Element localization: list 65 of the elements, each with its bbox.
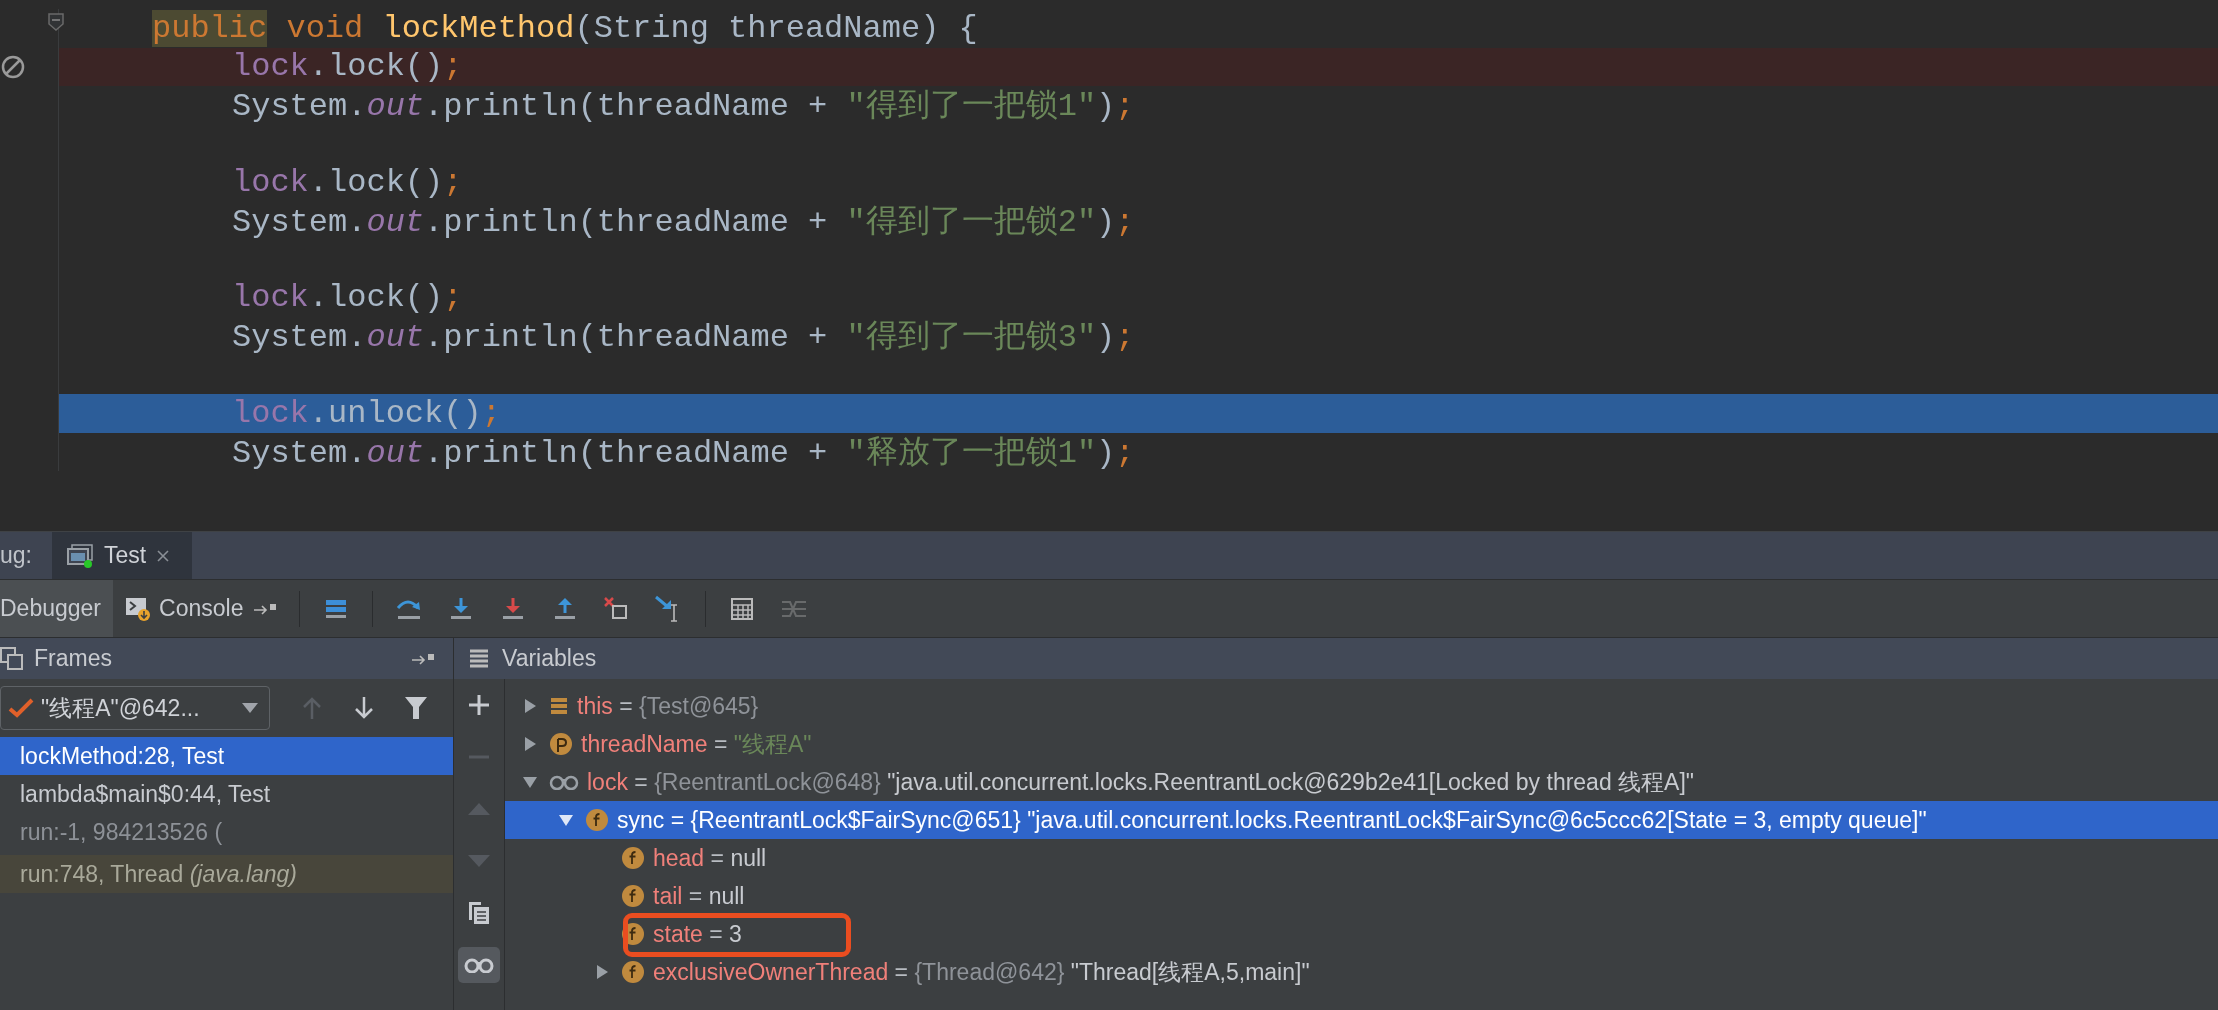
variable-row[interactable]: state = 3 bbox=[505, 915, 2218, 953]
down-arrow-icon[interactable] bbox=[353, 695, 375, 721]
field-icon bbox=[585, 808, 609, 832]
variable-entry: sync = {ReentrantLock$FairSync@651} "java.util.concurrent.locks.ReentrantLock$FairSync@6c5ccc62[State = 3, empty queue]" bbox=[617, 806, 1927, 834]
glasses-icon[interactable] bbox=[464, 957, 494, 973]
variable-entry: head = null bbox=[653, 844, 767, 872]
console-icon bbox=[125, 595, 152, 622]
variable-row[interactable]: exclusiveOwnerThread = {Thread@642} "Thread[线程A,5,main]" bbox=[505, 953, 2218, 991]
window-icon bbox=[66, 542, 94, 569]
field-icon bbox=[621, 960, 645, 984]
expanded-arrow-icon[interactable] bbox=[522, 774, 538, 790]
list-icon bbox=[468, 647, 490, 670]
stack-frame[interactable]: run:748, Thread (java.lang) bbox=[0, 855, 453, 893]
caret-icon bbox=[241, 702, 259, 714]
debugger-tab[interactable]: Debugger bbox=[0, 580, 114, 637]
field-icon bbox=[621, 884, 645, 908]
variable-entry: state = 3 bbox=[653, 920, 742, 948]
variable-entry: this = {Test@645} bbox=[577, 692, 759, 720]
code-line: lock.unlock(); bbox=[232, 394, 501, 432]
code-line: System.out.println(threadName + "得到了一把锁2"); bbox=[232, 202, 1135, 243]
parameter-icon bbox=[549, 732, 573, 756]
calculator-icon[interactable] bbox=[729, 595, 756, 622]
thread-dropdown[interactable]: "线程A"@642... bbox=[0, 686, 270, 730]
field-icon bbox=[621, 846, 645, 870]
add-icon[interactable] bbox=[467, 693, 491, 717]
collapsed-arrow-icon[interactable] bbox=[522, 698, 538, 714]
pin-icon[interactable] bbox=[253, 601, 278, 616]
stack-frame[interactable]: run:-1, 984213526 ( bbox=[0, 813, 453, 851]
close-icon[interactable] bbox=[156, 548, 171, 563]
glasses-icon bbox=[549, 774, 579, 790]
pin-icon[interactable] bbox=[411, 651, 435, 666]
variable-row[interactable]: tail = null bbox=[505, 877, 2218, 915]
code-line: lock.lock(); bbox=[232, 163, 463, 201]
stack-frame[interactable]: lockMethod:28, Test bbox=[0, 737, 453, 775]
code-line: lock.lock(); bbox=[232, 279, 463, 317]
variable-row[interactable]: threadName = "线程A" bbox=[505, 725, 2218, 763]
check-icon bbox=[7, 697, 35, 719]
panel-title: Variables bbox=[502, 645, 597, 672]
collapsed-arrow-icon[interactable] bbox=[594, 964, 610, 980]
variable-row[interactable]: head = null bbox=[505, 839, 2218, 877]
panel-title: Frames bbox=[34, 645, 112, 672]
variable-entry: lock = {ReentrantLock@648} "java.util.concurrent.locks.ReentrantLock@629b2e41[Locked by thread 线程A]" bbox=[587, 767, 1694, 797]
variable-entry: tail = null bbox=[653, 882, 745, 910]
code-line: public void lockMethod(String threadName) { bbox=[152, 9, 978, 47]
fold-icon[interactable] bbox=[48, 13, 64, 31]
expanded-arrow-icon[interactable] bbox=[558, 812, 574, 828]
stack-frame[interactable]: lambda$main$0:44, Test bbox=[0, 775, 453, 813]
code-line: lock.lock(); bbox=[232, 48, 463, 86]
debug-label: ug: bbox=[0, 542, 33, 569]
collapsed-arrow-icon[interactable] bbox=[522, 736, 538, 752]
debug-tab[interactable]: Test bbox=[52, 532, 193, 579]
variable-entry: threadName = "线程A" bbox=[581, 729, 812, 759]
stack-icon bbox=[549, 696, 569, 716]
code-line: System.out.println(threadName + "得到了一把锁3"); bbox=[232, 318, 1135, 359]
variable-entry: exclusiveOwnerThread = {Thread@642} "Thread[线程A,5,main]" bbox=[653, 957, 1310, 987]
variable-row[interactable]: lock = {ReentrantLock@648} "java.util.concurrent.locks.ReentrantLock@629b2e41[Locked by thread 线程A]" bbox=[505, 763, 2218, 801]
code-line: System.out.println(threadName + "得到了一把锁1"); bbox=[232, 87, 1135, 128]
muted-breakpoint-icon[interactable] bbox=[0, 53, 26, 80]
copy-icon[interactable] bbox=[467, 900, 491, 926]
field-icon bbox=[621, 922, 645, 946]
variable-row[interactable]: this = {Test@645} bbox=[505, 687, 2218, 725]
code-line: System.out.println(threadName + "释放了一把锁1"); bbox=[232, 433, 1135, 474]
variable-row[interactable]: sync = {ReentrantLock$FairSync@651} "java.util.concurrent.locks.ReentrantLock$FairSync@6c5ccc62[State = 3, empty queue]" bbox=[505, 801, 2218, 839]
filter-icon[interactable] bbox=[404, 695, 428, 721]
console-tab[interactable]: Console bbox=[113, 580, 254, 637]
